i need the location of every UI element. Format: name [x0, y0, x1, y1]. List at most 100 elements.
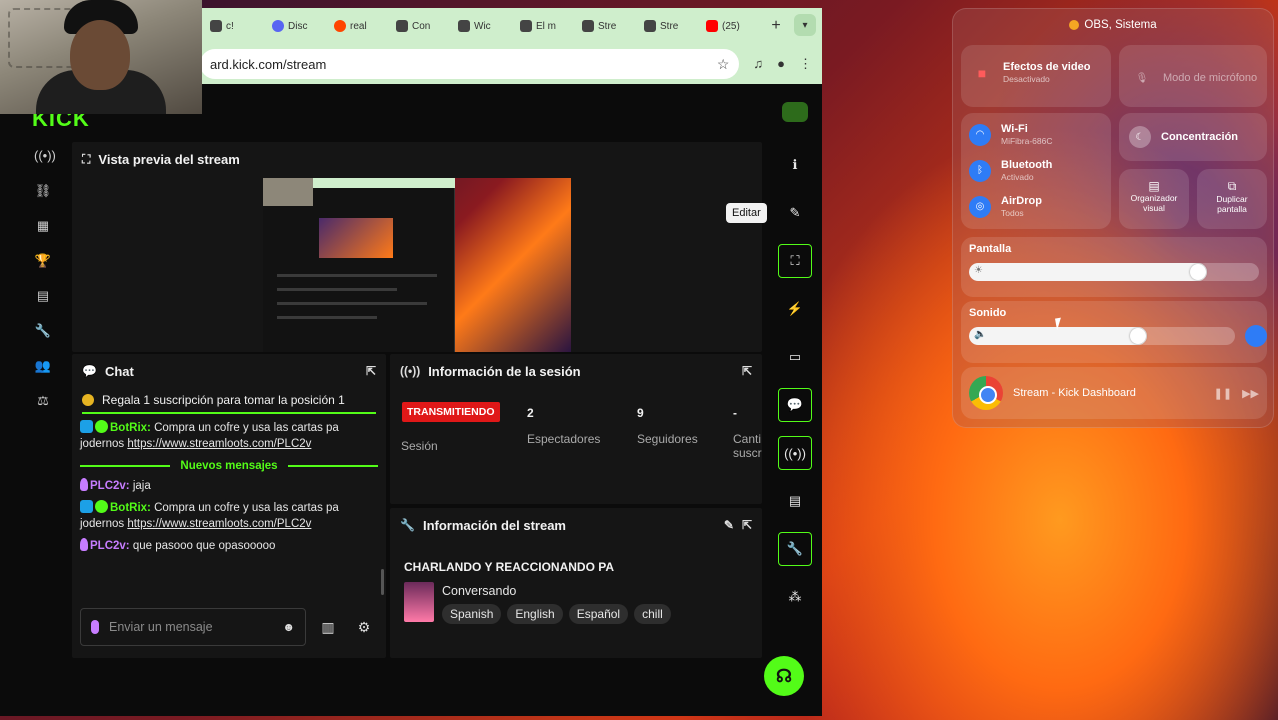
stream-broadcast-icon[interactable]: ((•)): [34, 148, 56, 164]
stream-info-panel: 🔧 Información del stream ✎ ⇱ CHARLANDO Y…: [390, 508, 762, 658]
chat-username[interactable]: PLC2v:: [90, 540, 130, 552]
kick-icon: [644, 20, 656, 32]
video-effects-tile[interactable]: ■ Efectos de video Desactivado: [961, 45, 1111, 107]
stage-manager-icon: ▤: [1148, 179, 1160, 193]
browser-tab[interactable]: Wic: [454, 13, 512, 39]
preview-toggle-button[interactable]: ⛶: [778, 244, 812, 278]
browser-menu-icon[interactable]: ⋮: [799, 56, 812, 72]
connectivity-tile: ◠ Wi-Fi MiFibra-686C ᛒ Bluetooth Activado …: [961, 113, 1111, 229]
airplay-audio-icon[interactable]: [1245, 325, 1267, 347]
browser-tab[interactable]: (25): [702, 13, 760, 39]
stream-info-toggle-button[interactable]: 🔧: [778, 532, 812, 566]
layout-icon[interactable]: ▤: [778, 484, 812, 518]
mic-mode-tile[interactable]: 🎙 Modo de micrófono: [1119, 45, 1267, 107]
airdrop-toggle[interactable]: ◎ AirDrop Todos: [969, 195, 1042, 218]
display-tile: Pantalla ☀: [961, 237, 1267, 297]
stream-title: CHARLANDO Y REACCIONANDO PA: [404, 560, 615, 574]
chat-settings-icon[interactable]: ⚙: [350, 613, 378, 641]
stream-category: Conversando: [442, 584, 517, 598]
lightning-icon[interactable]: ⚡: [778, 292, 812, 326]
chat-username[interactable]: PLC2v:: [90, 480, 130, 492]
wrench-icon[interactable]: 🔧: [34, 323, 52, 339]
webcam-overlay: [0, 0, 202, 114]
right-toolbar: ℹ ✎ ⛶ ⚡ ▭ 💬 ((•)) ▤ 🔧 ⁂: [778, 148, 812, 614]
bookmark-star-icon[interactable]: ☆: [717, 56, 730, 73]
link-icon[interactable]: ⛓: [34, 183, 52, 199]
screen-mirroring-tile[interactable]: ⧉ Duplicar pantalla: [1197, 169, 1267, 229]
edit-pencil-icon[interactable]: ✎: [778, 196, 812, 230]
popout-icon[interactable]: ⇱: [366, 364, 376, 378]
browser-tab[interactable]: Stre: [578, 13, 636, 39]
viewers-stat: 2 Espectadores: [527, 406, 601, 446]
chat-username[interactable]: BotRix:: [110, 502, 151, 514]
address-bar[interactable]: ard.kick.com/stream ☆: [200, 49, 740, 79]
info-icon[interactable]: ℹ: [778, 148, 812, 182]
kick-logo[interactable]: KICK: [32, 112, 90, 126]
stream-tag[interactable]: English: [507, 604, 563, 624]
stream-preview-video[interactable]: [263, 178, 571, 352]
page-icon: [210, 20, 222, 32]
pinned-goal[interactable]: Regala 1 suscripción para tomar la posic…: [82, 388, 376, 414]
stream-preview-panel: ⛶ Vista previa del stream: [72, 142, 762, 352]
help-headset-button[interactable]: ☊: [764, 656, 804, 696]
reddit-icon: [334, 20, 346, 32]
chat-link[interactable]: https://www.streamloots.com/PLC2v: [127, 518, 311, 530]
stream-tag[interactable]: Español: [568, 604, 629, 624]
display-brightness-slider[interactable]: ☀: [969, 263, 1259, 281]
stream-tag[interactable]: Spanish: [442, 604, 502, 624]
new-tab-button[interactable]: +: [764, 17, 788, 35]
edit-pencil-icon[interactable]: ✎: [724, 518, 734, 532]
notes-icon[interactable]: ▭: [778, 340, 812, 374]
focus-tile[interactable]: ☾ Concentración: [1119, 113, 1267, 161]
now-playing-tile[interactable]: Stream - Kick Dashboard ❚❚ ▶▶: [961, 367, 1267, 419]
wifi-toggle[interactable]: ◠ Wi-Fi MiFibra-686C: [969, 123, 1053, 146]
screen-mirroring-icon: ⧉: [1227, 179, 1237, 193]
popout-icon[interactable]: ⇱: [742, 518, 752, 532]
integrations-icon[interactable]: ⁂: [778, 580, 812, 614]
browser-tab[interactable]: real: [330, 13, 388, 39]
chat-message-input[interactable]: Enviar un mensaje ☻: [80, 608, 306, 646]
analytics-icon[interactable]: ▦: [34, 218, 52, 234]
chat-title: Chat: [104, 363, 134, 379]
browser-tab[interactable]: Stre: [640, 13, 698, 39]
chat-link[interactable]: https://www.streamloots.com/PLC2v: [127, 438, 311, 450]
verified-badge-icon: [95, 500, 108, 513]
stage-manager-tile[interactable]: ▤ Organizador visual: [1119, 169, 1189, 229]
microphone-icon: 🎙: [1135, 72, 1149, 84]
stream-info-title: Información del stream: [422, 517, 566, 533]
moderation-icon[interactable]: ⚖: [34, 393, 52, 409]
edit-tooltip: Editar: [726, 203, 767, 223]
live-status-badge: TRANSMITIENDO: [402, 402, 500, 422]
media-controls-icon[interactable]: ♫: [753, 56, 763, 72]
mic-icon: [91, 620, 99, 634]
profile-icon[interactable]: ●: [777, 56, 785, 72]
session-label: Sesión: [401, 439, 438, 453]
stream-tags: Spanish English Español chill: [442, 604, 671, 624]
store-icon[interactable]: ▥: [314, 613, 342, 641]
kick-icon: [582, 20, 594, 32]
chat-scrollbar[interactable]: [381, 569, 384, 595]
pause-icon[interactable]: ❚❚: [1214, 387, 1232, 400]
chat-username[interactable]: BotRix:: [110, 422, 151, 434]
tab-search-button[interactable]: ▾: [794, 14, 816, 36]
mic-badge-icon: [80, 538, 88, 551]
skip-forward-icon[interactable]: ▶▶: [1242, 387, 1259, 400]
user-avatar[interactable]: [782, 102, 808, 122]
browser-tab[interactable]: c!: [206, 13, 264, 39]
sound-volume-slider[interactable]: 🔈: [969, 327, 1235, 345]
trophy-icon[interactable]: 🏆: [34, 253, 52, 269]
popout-icon[interactable]: ⇱: [742, 364, 752, 378]
session-info-panel: ((•)) Información de la sesión ⇱ TRANSMI…: [390, 354, 762, 504]
page-icon: [520, 20, 532, 32]
browser-tab[interactable]: El m: [516, 13, 574, 39]
bluetooth-toggle[interactable]: ᛒ Bluetooth Activado: [969, 159, 1052, 182]
chat-toggle-button[interactable]: 💬: [778, 388, 812, 422]
browser-tab[interactable]: Disc: [268, 13, 326, 39]
video-card-icon[interactable]: ▤: [34, 288, 52, 304]
session-toggle-button[interactable]: ((•)): [778, 436, 812, 470]
stream-tag[interactable]: chill: [634, 604, 671, 624]
community-icon[interactable]: 👥: [34, 358, 52, 374]
broadcast-icon: ((•)): [400, 364, 421, 378]
emoji-icon[interactable]: ☻: [282, 620, 295, 634]
browser-tab[interactable]: Con: [392, 13, 450, 39]
